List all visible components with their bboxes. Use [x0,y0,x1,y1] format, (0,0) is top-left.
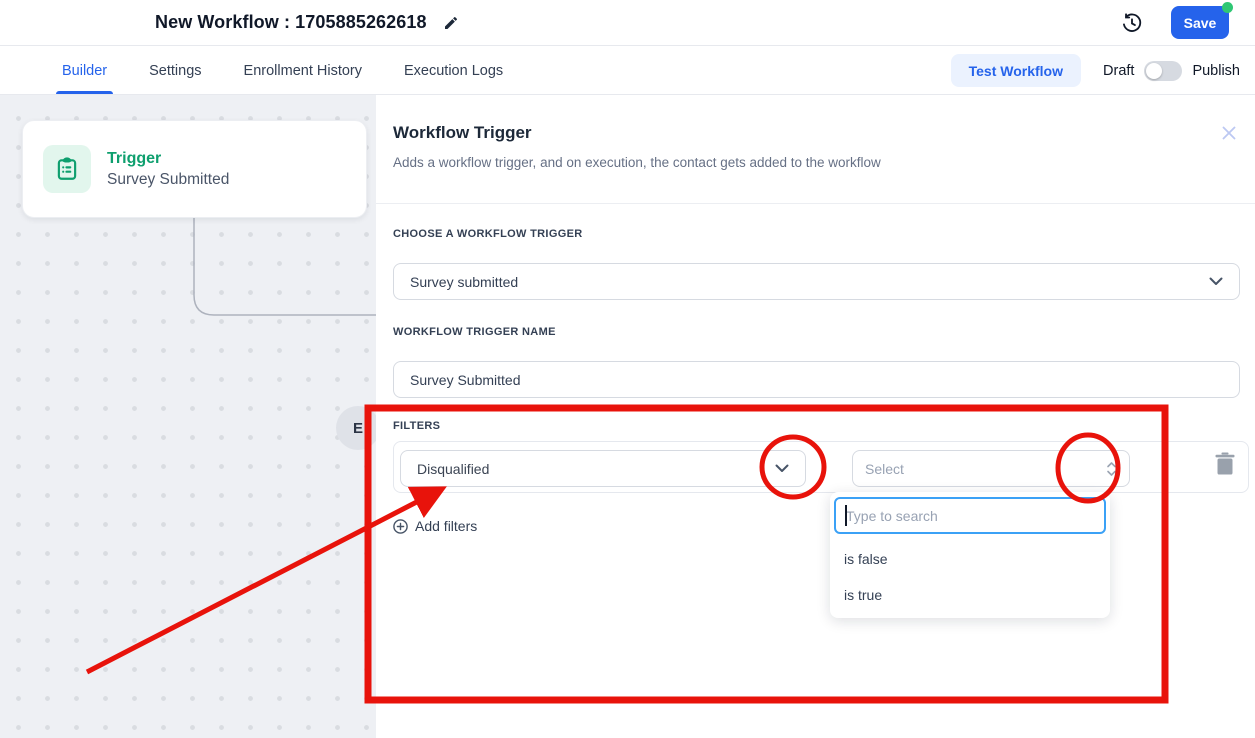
save-button[interactable]: Save [1171,6,1229,39]
operator-dropdown: is false is true [830,492,1110,618]
choose-trigger-label: CHOOSE A WORKFLOW TRIGGER [393,228,583,240]
panel-divider [376,203,1255,204]
dropdown-option-is-false[interactable]: is false [830,542,1110,576]
workflow-canvas[interactable]: E Trigger Survey Submitted [0,95,376,738]
workflow-trigger-select[interactable]: Survey submitted [393,263,1240,300]
save-button-label: Save [1184,15,1217,31]
tabbar-right-actions: Test Workflow Draft Publish [951,54,1255,87]
test-workflow-button[interactable]: Test Workflow [951,54,1081,87]
version-history-icon[interactable] [1121,12,1143,34]
trigger-name-label: WORKFLOW TRIGGER NAME [393,326,556,338]
trigger-node-card[interactable]: Trigger Survey Submitted [22,120,367,218]
trigger-card-texts: Trigger Survey Submitted [107,150,229,189]
workflow-trigger-name-input[interactable] [393,361,1240,398]
clipboard-icon [54,156,80,182]
operator-search-input[interactable] [834,497,1106,534]
trigger-icon-box [43,145,91,193]
tab-enrollment-history-label: Enrollment History [244,63,362,79]
tab-builder[interactable]: Builder [62,47,107,94]
chevron-down-icon [775,464,789,473]
publish-toggle-knob [1146,63,1162,79]
tab-execution-logs[interactable]: Execution Logs [404,47,503,94]
close-panel-icon[interactable] [1221,125,1237,141]
tabs: Builder Settings Enrollment History Exec… [62,47,503,94]
filters-label: FILTERS [393,420,440,432]
header-actions: Save [1121,6,1255,39]
dropdown-option-is-true[interactable]: is true [830,578,1110,612]
end-node-label: E [353,420,363,437]
publish-toggle-group: Draft Publish [1103,61,1240,81]
filter-operator-placeholder: Select [865,461,904,477]
add-filters-label: Add filters [415,518,477,534]
tab-settings-label: Settings [149,63,201,79]
trigger-card-title: Trigger [107,150,229,168]
unsaved-status-dot [1222,2,1233,13]
panel-subtitle: Adds a workflow trigger, and on executio… [393,155,881,170]
workflow-tabbar: Builder Settings Enrollment History Exec… [0,47,1255,95]
plus-circle-icon [393,519,408,534]
tab-enrollment-history[interactable]: Enrollment History [244,47,362,94]
delete-filter-trash-icon[interactable] [1214,452,1236,476]
search-wrap [834,497,1106,534]
filter-row-group: Disqualified Select [393,441,1249,493]
workflow-trigger-panel: Workflow Trigger Adds a workflow trigger… [376,95,1255,738]
tab-builder-label: Builder [62,63,107,79]
filter-operator-select[interactable]: Select [852,450,1130,487]
chevron-down-icon [1209,277,1223,286]
chevron-up-down-icon [1106,461,1117,477]
tab-execution-logs-label: Execution Logs [404,63,503,79]
workflow-title: New Workflow : 1705885262618 [155,12,427,33]
workflow-trigger-select-value: Survey submitted [410,274,518,290]
panel-title: Workflow Trigger [393,123,532,143]
end-node[interactable]: E [336,406,376,450]
text-cursor [845,505,847,526]
trigger-card-subtitle: Survey Submitted [107,171,229,189]
add-filters-button[interactable]: Add filters [393,518,477,534]
edit-title-pencil-icon[interactable] [443,15,459,31]
filter-field-select[interactable]: Disqualified [400,450,806,487]
filter-field-value: Disqualified [417,461,489,477]
publish-toggle[interactable] [1144,61,1182,81]
draft-label: Draft [1103,63,1134,79]
top-header: New Workflow : 1705885262618 Save [0,0,1255,46]
tab-settings[interactable]: Settings [149,47,201,94]
publish-label: Publish [1192,63,1240,79]
